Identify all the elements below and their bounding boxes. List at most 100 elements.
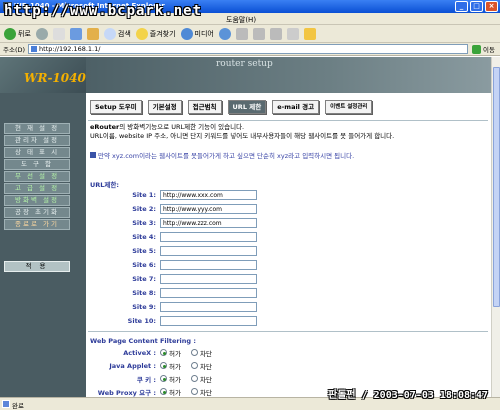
description: eRouter의 방화벽기능으로 URL제한 기능이 있습니다. URL이름, …	[90, 123, 485, 141]
site-label: Site 2:	[132, 205, 156, 213]
close-button[interactable]: ×	[485, 1, 498, 12]
sidebar-item-tools[interactable]: 도 구 함	[4, 159, 70, 170]
java-allow-option[interactable]: 허가	[160, 361, 181, 371]
print-icon[interactable]	[252, 27, 265, 40]
tab-event-settings[interactable]: 이벤트 설정관리	[325, 100, 373, 114]
sidebar-item-wireless[interactable]: 무 선 설 정	[4, 171, 70, 182]
vertical-scrollbar[interactable]	[491, 57, 500, 397]
home-icon[interactable]	[86, 27, 99, 40]
site-9-input[interactable]	[160, 302, 257, 312]
radio[interactable]	[190, 362, 198, 369]
status-text: 완료	[12, 402, 24, 410]
filter-row-cookie: 쿠 키 : 허가 차단	[90, 373, 390, 384]
back-arrow-icon	[4, 27, 16, 40]
site-label: Site 6:	[132, 261, 156, 269]
tab-setup-wizard[interactable]: Setup 도우미	[90, 100, 142, 114]
browser-toolbar: 뒤로 검색 즐겨찾기 미디어	[0, 25, 500, 43]
site-4-input[interactable]	[160, 232, 257, 242]
site-label: Site 1:	[132, 191, 156, 199]
radio-selected[interactable]	[160, 388, 167, 395]
sidebar-item-current-settings[interactable]: 현 재 설 정	[4, 123, 70, 134]
search-icon	[103, 27, 116, 40]
header-band: router setup	[86, 57, 491, 93]
sidebar-item-factory-reset[interactable]: 공장 초기화	[4, 207, 70, 218]
maximize-button[interactable]: □	[470, 1, 483, 12]
radio-selected[interactable]	[160, 349, 167, 356]
site-1-input[interactable]	[160, 190, 257, 200]
stop-icon[interactable]	[52, 27, 65, 40]
filter-label: 쿠 키 :	[136, 375, 156, 384]
site-3-input[interactable]	[160, 218, 257, 228]
sidebar-item-firewall[interactable]: 방화벽 설정	[4, 195, 70, 206]
sidebar-item-exit[interactable]: 종료로 가기	[4, 219, 70, 230]
radio[interactable]	[190, 388, 198, 395]
description-line2: URL이름, website IP 주소, 아니면 단지 키워드를 넣어도 내부…	[90, 132, 395, 140]
tab-url-restriction[interactable]: URL 제한	[227, 100, 267, 114]
discuss-icon[interactable]	[286, 27, 299, 40]
filter-row-activex: ActiveX : 허가 차단	[90, 347, 390, 358]
top-tabs: Setup 도우미 기본설정 접근범칙 URL 제한 e-mail 경고 이벤트…	[90, 100, 373, 114]
activex-allow-option[interactable]: 허가	[160, 348, 181, 358]
forward-arrow-icon[interactable]	[35, 27, 48, 40]
radio-selected[interactable]	[160, 362, 167, 369]
filter-row-java: Java Applet : 허가 차단	[90, 360, 390, 371]
page-content: WR-1040 현 재 설 정 관리자 설정 상 태 표 시 도 구 함 무 선…	[0, 57, 491, 397]
radio[interactable]	[190, 349, 198, 356]
site-label: Site 8:	[132, 289, 156, 297]
radio[interactable]	[190, 375, 198, 382]
site-label: Site 4:	[132, 233, 156, 241]
proxy-block-option[interactable]: 차단	[190, 387, 212, 397]
timestamp-stamp: 판돌펀 / 2003-07-03 18:08:47	[328, 390, 489, 401]
apply-button[interactable]: 적 용	[4, 261, 70, 272]
watermark: http://www.bcpark.net	[4, 3, 203, 19]
cookie-allow-option[interactable]: 허가	[160, 374, 181, 384]
sidebar-item-status[interactable]: 상 태 표 시	[4, 147, 70, 158]
search-button[interactable]: 검색	[103, 27, 131, 40]
site-5-input[interactable]	[160, 246, 257, 256]
tab-access-rules[interactable]: 접근범칙	[187, 100, 222, 114]
sidebar-item-admin-settings[interactable]: 관리자 설정	[4, 135, 70, 146]
address-input[interactable]: http://192.168.1.1/	[28, 44, 469, 54]
proxy-allow-option[interactable]: 허가	[160, 387, 181, 397]
tagline: router setup	[216, 59, 273, 69]
go-arrow-icon	[472, 44, 482, 54]
media-button[interactable]: 미디어	[180, 27, 214, 40]
tab-email-alert[interactable]: e-mail 경고	[272, 100, 320, 114]
history-icon[interactable]	[218, 27, 231, 40]
allow-label: 허가	[169, 349, 181, 358]
go-button[interactable]: 이동	[472, 44, 495, 54]
back-button[interactable]: 뒤로	[4, 27, 31, 40]
address-label: 주소(D)	[3, 46, 26, 54]
minimize-button[interactable]: _	[455, 1, 468, 12]
site-row: Site 2:	[90, 203, 390, 215]
activex-block-option[interactable]: 차단	[190, 348, 212, 358]
refresh-icon[interactable]	[69, 27, 82, 40]
divider	[88, 120, 488, 121]
java-block-option[interactable]: 차단	[190, 361, 212, 371]
site-6-input[interactable]	[160, 260, 257, 270]
cookie-block-option[interactable]: 차단	[190, 374, 212, 384]
folder-icon[interactable]	[303, 27, 316, 40]
site-7-input[interactable]	[160, 274, 257, 284]
site-row: Site 9:	[90, 301, 390, 313]
sidebar-item-advanced[interactable]: 고 급 설 정	[4, 183, 70, 194]
mail-icon[interactable]	[235, 27, 248, 40]
radio-selected[interactable]	[160, 375, 167, 382]
block-label: 차단	[199, 388, 212, 397]
star-icon	[135, 27, 148, 40]
content-filter-heading: Web Page Content Filtering :	[90, 337, 196, 345]
site-2-input[interactable]	[160, 204, 257, 214]
favorites-button[interactable]: 즐겨찾기	[135, 27, 176, 40]
scrollbar-thumb[interactable]	[493, 67, 500, 307]
site-10-input[interactable]	[160, 316, 257, 326]
edit-icon[interactable]	[269, 27, 282, 40]
site-label: Site 9:	[132, 303, 156, 311]
site-row: Site 7:	[90, 273, 390, 285]
site-8-input[interactable]	[160, 288, 257, 298]
allow-label: 허가	[169, 375, 181, 384]
block-label: 차단	[199, 362, 212, 371]
media-icon	[180, 27, 193, 40]
note: 만약 xyz.com이라는 웹사이트를 못들어가게 하고 싶으면 단순히 xyz…	[90, 150, 485, 160]
menu-help[interactable]: 도움말(H)	[226, 16, 256, 24]
tab-basic-settings[interactable]: 기본설정	[147, 100, 182, 114]
